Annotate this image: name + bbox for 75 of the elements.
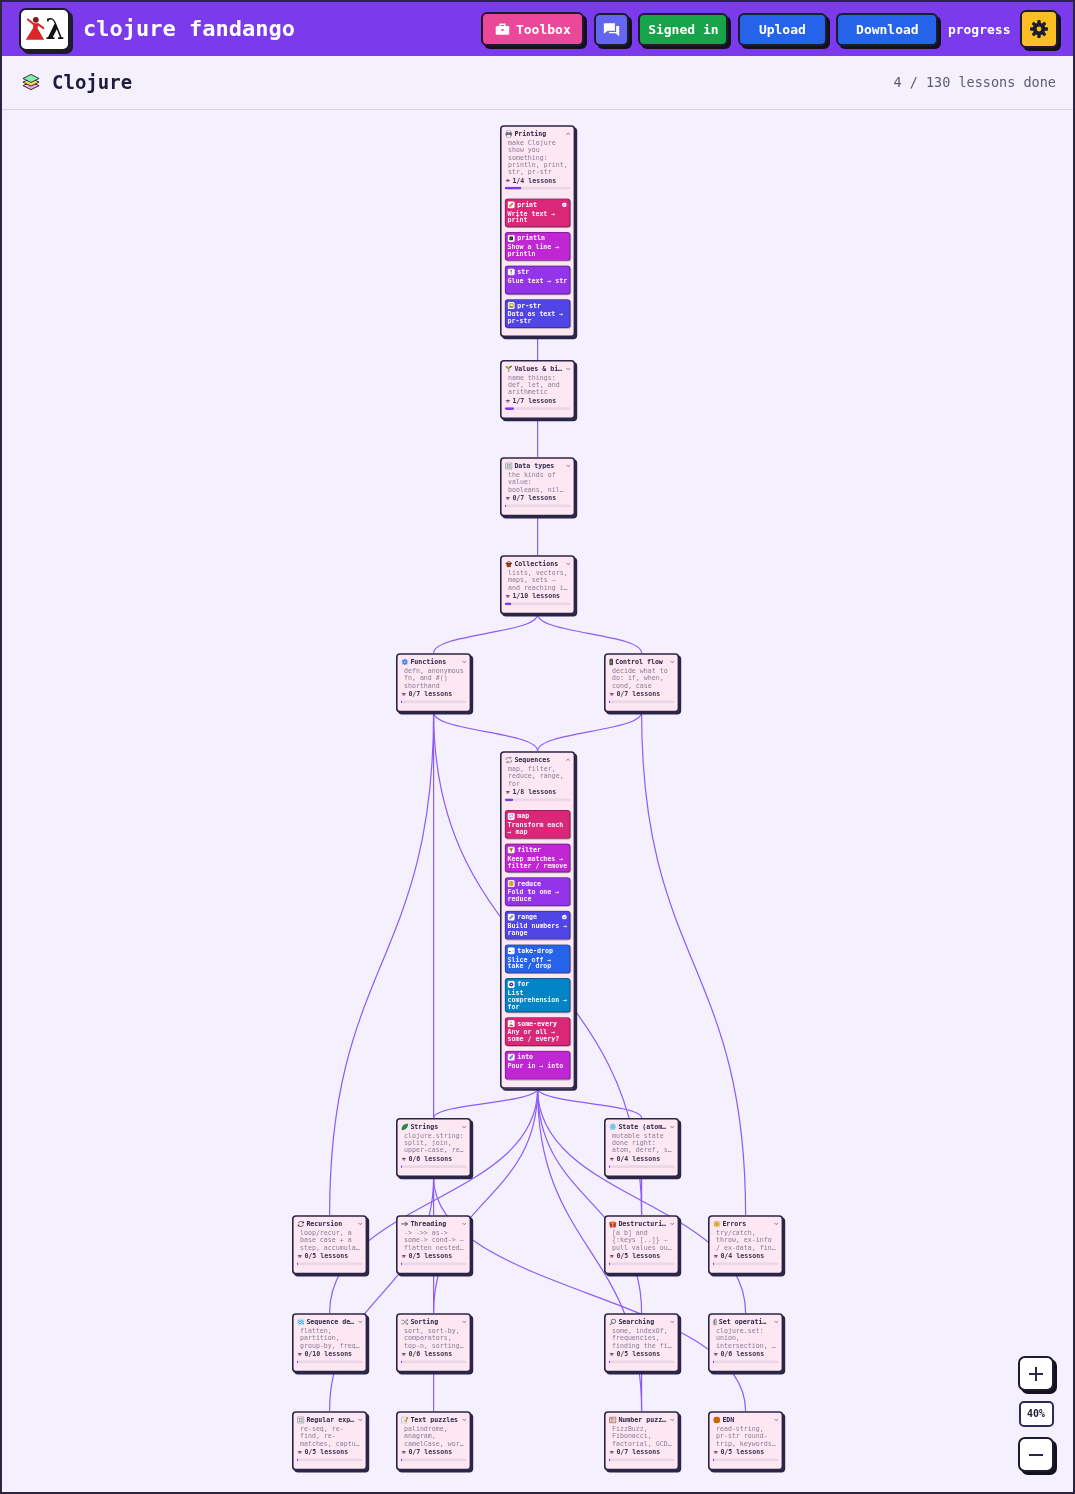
ruler-icon [507, 913, 515, 921]
settings-button[interactable] [1020, 10, 1058, 48]
wave-icon [297, 1318, 305, 1326]
graduation-cap-icon [505, 178, 511, 183]
connector-line [641, 1372, 643, 1411]
square-icon [507, 234, 515, 242]
graduation-cap-icon [609, 1352, 615, 1357]
connector-line [433, 1274, 435, 1313]
graduation-cap-icon [401, 1254, 407, 1259]
zoom-in-button[interactable] [1018, 1356, 1054, 1391]
funnel-icon [507, 846, 515, 854]
abacus-icon [609, 1416, 617, 1424]
gear-icon [401, 658, 409, 666]
gear-icon [507, 980, 515, 988]
graduation-cap-icon [713, 1254, 719, 1259]
graduation-cap-icon [609, 1157, 615, 1162]
burst-icon [713, 1220, 721, 1228]
graduation-cap-icon [401, 1450, 407, 1455]
graduation-cap-icon [297, 1352, 303, 1357]
app-title: clojure fandango [83, 18, 295, 40]
graduation-cap-icon [713, 1352, 719, 1357]
graduation-cap-icon [401, 692, 407, 697]
minus-icon[interactable] [1029, 1453, 1043, 1456]
layers-icon [22, 74, 40, 91]
graduation-cap-icon [609, 1254, 615, 1259]
printer-icon [505, 130, 513, 138]
picture-icon [507, 301, 515, 309]
package-icon [507, 879, 515, 887]
progress-link[interactable]: progress [947, 22, 1011, 36]
upload-button[interactable]: Upload [737, 12, 827, 46]
connector-line [537, 516, 539, 555]
topic-node[interactable] [500, 751, 576, 1089]
graduation-cap-icon [609, 692, 615, 697]
grid-box-icon [505, 462, 513, 470]
briefcase-icon[interactable] [494, 23, 510, 35]
graduation-cap-icon [401, 1352, 407, 1357]
graduation-cap-icon [505, 594, 511, 599]
plus-icon[interactable] [1029, 1366, 1043, 1381]
repeat-icon [507, 812, 515, 820]
graduation-cap-icon [505, 496, 511, 501]
memo-icon [401, 1416, 409, 1424]
zoom-level: 40% [1018, 1401, 1054, 1427]
connector-line [537, 337, 539, 360]
settings-icon[interactable] [1029, 19, 1049, 39]
cookie-icon [713, 1416, 721, 1424]
knife-icon [507, 947, 515, 955]
course-title: Clojure [52, 73, 133, 92]
exclamation-icon [507, 268, 515, 276]
graduation-cap-icon [609, 1450, 615, 1455]
toolbox-button[interactable]: Toolbox [481, 12, 585, 46]
grid-box-icon [297, 1416, 305, 1424]
graduation-cap-icon [401, 1157, 407, 1162]
figure-icon [507, 1019, 515, 1027]
graduation-cap-icon [297, 1450, 303, 1455]
connector-line [433, 1372, 435, 1411]
lambda-glyph: λ [45, 15, 65, 43]
logo[interactable]: λ [19, 7, 70, 51]
graduation-cap-icon [505, 399, 511, 404]
chat-icon[interactable] [602, 21, 620, 37]
cycle-arrows-icon [297, 1220, 305, 1228]
graduation-cap-icon [713, 1450, 719, 1455]
graduation-cap-icon [505, 790, 511, 795]
graduation-cap-icon [297, 1254, 303, 1259]
connector-line [641, 1177, 643, 1215]
zoom-out-button[interactable] [1018, 1437, 1054, 1472]
gift-icon [609, 1220, 617, 1228]
chat-button[interactable] [593, 12, 629, 46]
dancer-icon [24, 16, 45, 42]
pencil-icon [507, 201, 515, 209]
lessons-summary: 4 / 130 lessons done [893, 75, 1056, 90]
connector-line [537, 419, 539, 457]
traffic-light-icon [609, 658, 614, 666]
leaf-icon [401, 1123, 409, 1131]
download-button[interactable]: Download [836, 12, 939, 46]
bottle-icon [507, 1053, 515, 1061]
